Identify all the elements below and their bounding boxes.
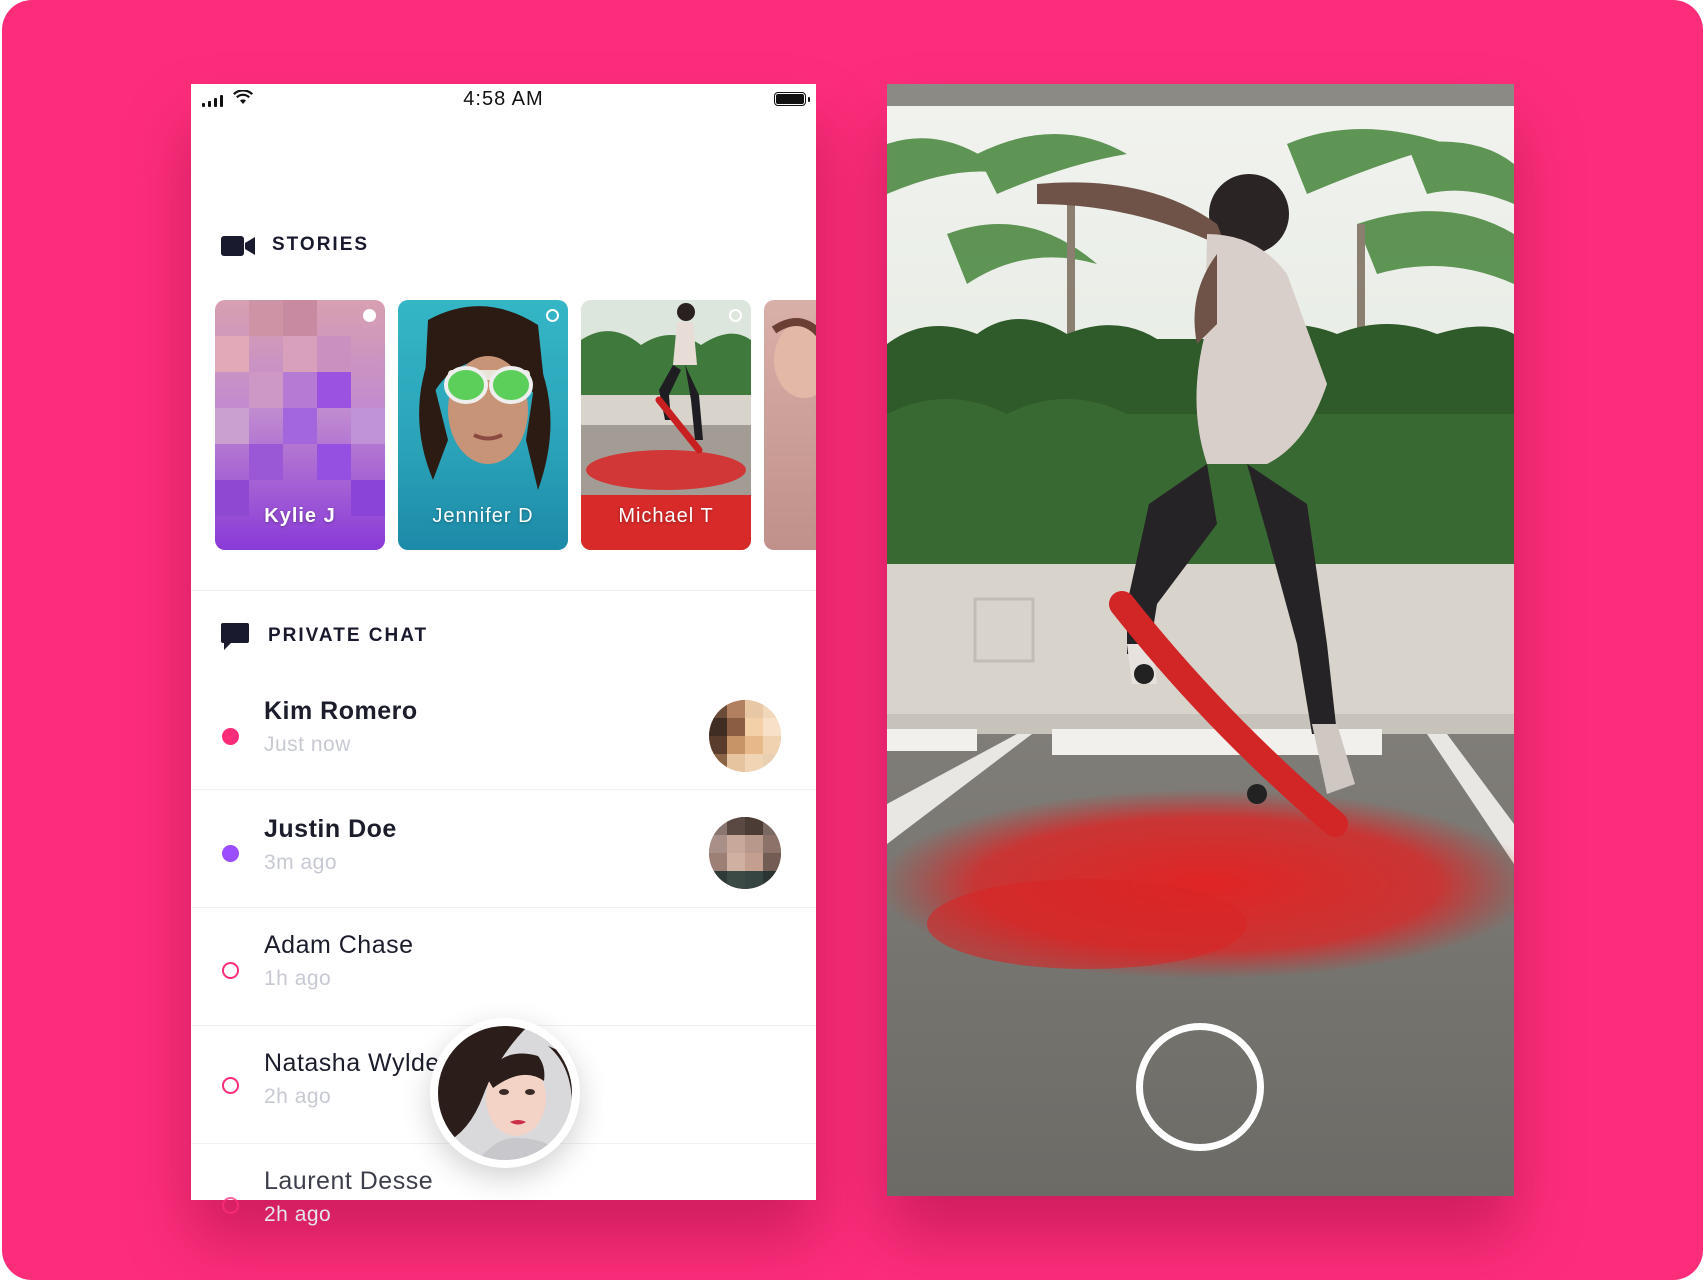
story-name: Jennifer D <box>432 505 534 527</box>
story-card-michael[interactable]: Michael T <box>581 300 751 550</box>
unread-indicator <box>222 728 239 745</box>
unread-indicator <box>222 845 239 862</box>
capture-button[interactable] <box>1136 1023 1264 1151</box>
status-time: 4:58 AM <box>463 88 544 110</box>
camera-preview-screen <box>887 84 1514 1196</box>
story-card-jennifer[interactable]: Jennifer D <box>398 300 568 550</box>
battery-tip <box>808 97 810 102</box>
story-card-kylie[interactable]: Kylie J <box>215 300 385 550</box>
story-unseen-indicator <box>546 309 559 322</box>
battery-icon <box>774 92 806 106</box>
avatar[interactable] <box>709 700 781 772</box>
story-name: Michael T <box>618 505 714 527</box>
avatar <box>438 1026 572 1160</box>
avatar[interactable] <box>709 817 781 889</box>
chat-name: Kim Romero <box>264 697 418 725</box>
stories-title: STORIES <box>272 234 370 255</box>
floating-chat-head[interactable] <box>430 1018 580 1168</box>
chat-name: Adam Chase <box>264 931 414 959</box>
chat-row-kim-romero[interactable]: Kim Romero Just now <box>191 671 816 790</box>
chat-row-justin-doe[interactable]: Justin Doe 3m ago <box>191 789 816 908</box>
video-camera-icon <box>221 236 255 256</box>
chat-time: 1h ago <box>264 967 332 990</box>
story-name: Kylie J <box>264 505 336 527</box>
read-indicator <box>222 1197 239 1214</box>
story-thumbnail <box>764 300 816 550</box>
chat-name: Justin Doe <box>264 815 397 843</box>
chat-name: Laurent Desse <box>264 1167 434 1195</box>
read-indicator <box>222 962 239 979</box>
chat-time: 3m ago <box>264 851 338 874</box>
chat-bubble-icon <box>221 623 249 650</box>
read-indicator <box>222 1077 239 1094</box>
story-unseen-indicator <box>729 309 742 322</box>
private-chat-title: PRIVATE CHAT <box>268 625 429 646</box>
status-bar: 4:58 AM <box>191 84 816 128</box>
chat-time: 2h ago <box>264 1203 332 1226</box>
chat-time: Just now <box>264 733 351 756</box>
chat-name: Natasha Wylde <box>264 1049 440 1077</box>
stories-section: STORIES Kylie J Jennifer D Michael T <box>191 128 816 590</box>
chat-time: 2h ago <box>264 1085 332 1108</box>
background-canvas: 4:58 AM STORIES Kylie J Jennifer D Micha… <box>2 0 1703 1280</box>
story-unseen-indicator <box>363 309 376 322</box>
story-card-partial[interactable] <box>764 300 816 550</box>
chat-row-adam-chase[interactable]: Adam Chase 1h ago <box>191 907 816 1026</box>
stories-carousel[interactable]: Kylie J Jennifer D Michael T <box>215 300 816 550</box>
phone-screen-list: 4:58 AM STORIES Kylie J Jennifer D Micha… <box>191 84 816 1226</box>
